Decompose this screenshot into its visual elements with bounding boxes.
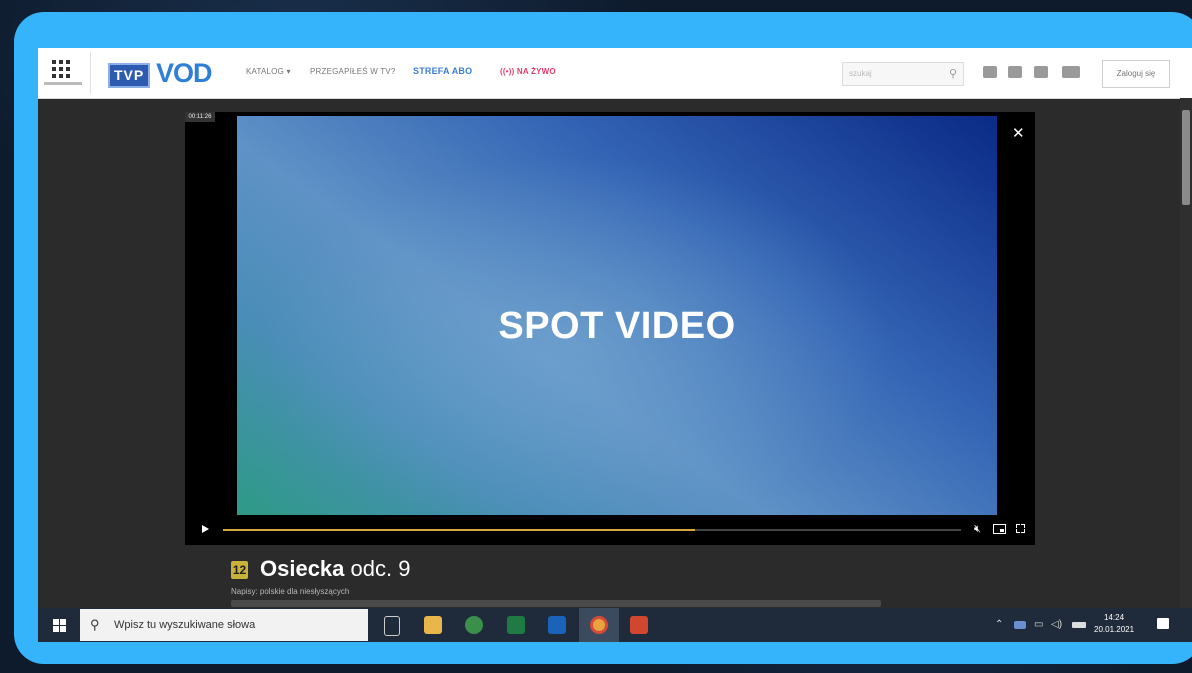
- apps-grid-icon[interactable]: [52, 60, 70, 78]
- play-icon[interactable]: [202, 525, 209, 533]
- nav-catalog-label: KATALOG: [246, 67, 285, 76]
- excel-icon[interactable]: [507, 616, 525, 634]
- network-icon[interactable]: ▭: [1034, 619, 1043, 630]
- facebook-icon[interactable]: [983, 66, 997, 78]
- nav-live[interactable]: ((•)) NA ŻYWO: [500, 67, 556, 76]
- search-icon: ⚲: [90, 617, 100, 632]
- progress-fill: [223, 529, 696, 531]
- tvp-logo[interactable]: TVP: [108, 63, 151, 88]
- clock-date: 20.01.2021: [1094, 625, 1135, 634]
- file-explorer-icon[interactable]: [424, 616, 442, 634]
- subtitles-info: Napisy: polskie dla niesłyszących: [231, 587, 350, 596]
- timecode: 00:11:26: [185, 112, 215, 122]
- vod-logo[interactable]: VOD: [156, 57, 213, 89]
- windows-taskbar: ⚲ Wpisz tu wyszukiwane słowa ⌃ ▭ ◁) 14:2…: [38, 608, 1192, 642]
- nav-abo[interactable]: STREFA ABO: [413, 66, 472, 76]
- scrollbar-thumb[interactable]: [1182, 110, 1190, 205]
- powerpoint-icon[interactable]: [630, 616, 648, 634]
- tray-app-icon[interactable]: [1014, 621, 1026, 629]
- search-input[interactable]: szukaj ⚲: [842, 62, 964, 86]
- chevron-down-icon: ▾: [286, 67, 291, 76]
- search-placeholder: szukaj: [849, 69, 872, 78]
- nav-divider: [90, 52, 91, 94]
- twitter-icon[interactable]: [1034, 66, 1048, 78]
- tray-chevron-up-icon[interactable]: ⌃: [995, 619, 1003, 630]
- browser-screen: TVP VOD KATALOG ▾ PRZEGAPIŁEŚ W TV? STRE…: [38, 48, 1192, 642]
- taskbar-clock[interactable]: 14:24 20.01.2021: [1094, 612, 1134, 636]
- notifications-icon[interactable]: [1157, 618, 1169, 629]
- progress-bar[interactable]: [223, 529, 961, 531]
- page-scrollbar[interactable]: [1180, 98, 1192, 608]
- episode-title: Osiecka odc. 9: [260, 556, 410, 582]
- close-icon[interactable]: ✕: [1012, 126, 1025, 141]
- outlook-icon[interactable]: [548, 616, 566, 634]
- video-frame[interactable]: SPOT VIDEO: [237, 116, 997, 515]
- globe-app-icon[interactable]: [465, 616, 483, 634]
- nav-missed[interactable]: PRZEGAPIŁEŚ W TV?: [310, 67, 396, 76]
- spot-video-label: SPOT VIDEO: [498, 305, 736, 347]
- description-text: [231, 600, 881, 607]
- chrome-icon[interactable]: [590, 616, 608, 634]
- top-navigation-bar: TVP VOD KATALOG ▾ PRZEGAPIŁEŚ W TV? STRE…: [38, 48, 1192, 99]
- live-broadcast-icon: ((•)): [500, 67, 515, 76]
- taskbar-search-input[interactable]: ⚲ Wpisz tu wyszukiwane słowa: [80, 609, 368, 641]
- picture-in-picture-icon[interactable]: [993, 524, 1006, 534]
- instagram-icon[interactable]: [1008, 66, 1022, 78]
- nav-catalog[interactable]: KATALOG ▾: [246, 67, 291, 76]
- volume-icon[interactable]: ◁): [1051, 619, 1062, 630]
- battery-icon[interactable]: [1072, 622, 1086, 628]
- nav-live-label: NA ŻYWO: [516, 67, 556, 76]
- search-icon[interactable]: ⚲: [949, 67, 957, 80]
- task-view-icon[interactable]: [384, 616, 400, 636]
- age-rating-badge: 12: [231, 561, 248, 579]
- mute-icon[interactable]: 🔇︎: [974, 523, 981, 535]
- episode-number: odc. 9: [350, 556, 411, 581]
- login-button[interactable]: Zaloguj się: [1102, 60, 1170, 88]
- taskbar-search-placeholder: Wpisz tu wyszukiwane słowa: [114, 619, 256, 631]
- apps-grid-caption: [44, 82, 82, 85]
- youtube-icon[interactable]: [1062, 66, 1080, 78]
- video-player[interactable]: 00:11:26 SPOT VIDEO ✕ 🔇︎: [185, 112, 1035, 545]
- player-controls: 🔇︎: [185, 515, 1035, 545]
- fullscreen-icon[interactable]: [1016, 524, 1025, 533]
- clock-time: 14:24: [1104, 613, 1125, 622]
- windows-start-icon[interactable]: [53, 619, 66, 632]
- series-title: Osiecka: [260, 556, 345, 581]
